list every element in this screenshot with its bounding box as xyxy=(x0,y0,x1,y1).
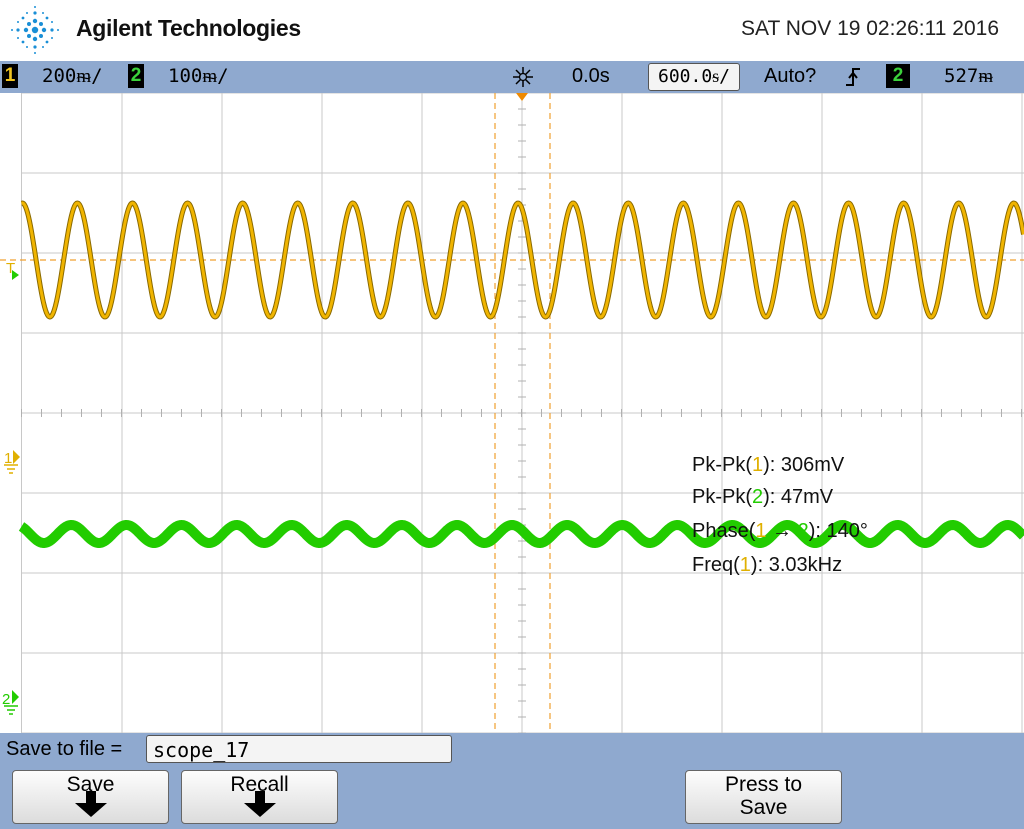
filename-input[interactable]: scope_17 xyxy=(146,735,452,763)
press-to-save-button[interactable]: Press to Save xyxy=(685,770,842,824)
title-bar: Agilent Technologies SAT NOV 19 02:26:11… xyxy=(0,0,1024,60)
press-to-save-line1: Press to xyxy=(724,773,803,796)
agilent-spark-logo-icon xyxy=(11,6,59,54)
softkey-menu: Save to file = scope_17 Save Recall Pres… xyxy=(0,733,1024,829)
rising-edge-icon xyxy=(846,68,860,86)
trigger-mode[interactable]: Auto? xyxy=(764,65,816,88)
measurement-frequency: Freq(1): 3.03kHz xyxy=(692,554,842,576)
measurement-pkpk-ch2: Pk-Pk(2): 47mV xyxy=(692,486,834,508)
recall-button[interactable]: Recall xyxy=(181,770,338,824)
timebase-field[interactable]: 600.0ᵴ/ xyxy=(648,63,740,91)
scope-status-bar: 1 200ᵯ/ 2 100ᵯ/ 0.0s 600.0ᵴ/ Auto? 2 527… xyxy=(0,61,1024,93)
waveform-display[interactable]: T 1 2 Pk-Pk(1): 306mV Pk-Pk(2): 47mV Pha… xyxy=(0,93,1024,733)
delay-value[interactable]: 0.0s xyxy=(572,65,610,88)
ch1-scale[interactable]: 200ᵯ/ xyxy=(42,65,103,88)
date-time: SAT NOV 19 02:26:11 2016 xyxy=(740,17,999,40)
down-arrow-icon xyxy=(243,791,276,817)
ch2-scale[interactable]: 100ᵯ/ xyxy=(168,65,229,88)
measurement-phase: Phase(1 → 2): 140° xyxy=(692,520,868,542)
ch1-indicator[interactable]: 1 xyxy=(2,64,18,88)
measurement-pkpk-ch1: Pk-Pk(1): 306mV xyxy=(692,454,845,476)
ch2-indicator[interactable]: 2 xyxy=(128,64,144,88)
delay-time-icon xyxy=(513,67,533,87)
brand-name: Agilent Technologies xyxy=(76,15,301,41)
save-button[interactable]: Save xyxy=(12,770,169,824)
trigger-level[interactable]: 527ᵯ xyxy=(944,65,993,88)
trigger-source-indicator[interactable]: 2 xyxy=(886,64,910,88)
press-to-save-line2: Save xyxy=(739,796,788,819)
down-arrow-icon xyxy=(74,791,107,817)
save-to-file-label: Save to file = xyxy=(6,738,123,760)
